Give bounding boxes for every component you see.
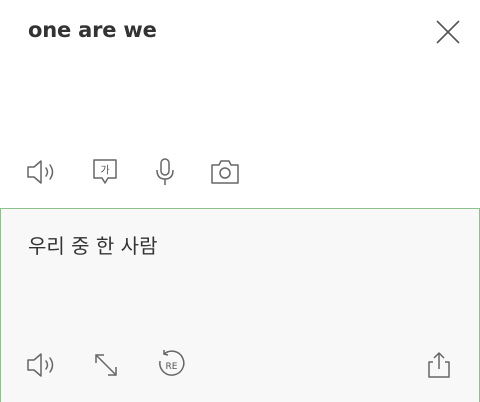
handwriting-button[interactable]: 가 (88, 155, 122, 189)
source-speaker-button[interactable] (24, 155, 58, 189)
translation-text: 우리 중 한 사람 (28, 234, 158, 258)
translator-app: one are we 가 우리 중 한 사람 RE (0, 0, 480, 402)
close-icon (436, 20, 460, 44)
translation-speaker-button[interactable] (24, 348, 58, 382)
expand-button[interactable] (89, 348, 123, 382)
camera-button[interactable] (208, 155, 242, 189)
camera-icon (211, 160, 239, 184)
source-text[interactable]: one are we (28, 18, 157, 42)
retranslate-glyph: RE (166, 362, 178, 372)
speaker-icon (27, 160, 54, 184)
handwriting-icon: 가 (93, 159, 117, 184)
source-panel[interactable]: one are we 가 (0, 0, 480, 208)
share-icon (428, 352, 450, 378)
close-button[interactable] (434, 18, 462, 46)
microphone-button[interactable] (148, 155, 182, 189)
share-button[interactable] (422, 348, 456, 382)
translation-panel: 우리 중 한 사람 RE (0, 208, 480, 402)
expand-icon (95, 354, 117, 376)
retranslate-icon: RE (159, 350, 185, 376)
microphone-icon (156, 158, 174, 185)
speaker-icon (27, 353, 54, 377)
handwriting-glyph: 가 (100, 165, 109, 177)
retranslate-button[interactable]: RE (154, 348, 188, 382)
